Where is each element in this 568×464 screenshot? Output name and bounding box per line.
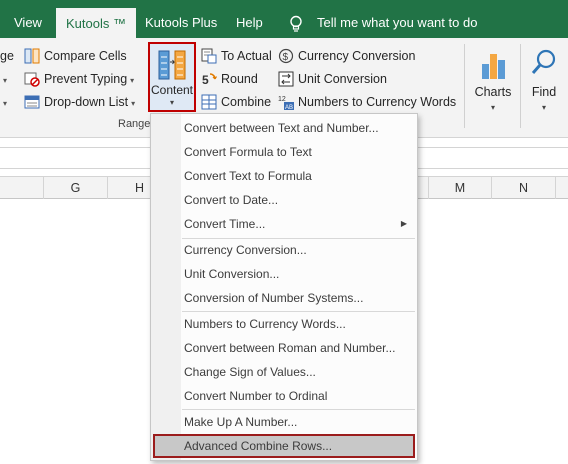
chevron-down-icon: ▾: [490, 103, 495, 112]
menu-item-convert-formula-to-text[interactable]: Convert Formula to Text: [153, 140, 415, 164]
drop-down-list-label: Drop-down List: [44, 95, 129, 109]
chevron-down-icon: ▾: [541, 103, 546, 112]
menu-item-convert-time-label: Convert Time...: [184, 217, 266, 231]
chevron-down-icon: ▾: [3, 76, 8, 85]
menu-item-currency-conversion[interactable]: Currency Conversion...: [153, 238, 415, 262]
chevron-down-icon: ▾: [130, 76, 135, 85]
content-button[interactable]: Content ▾: [148, 42, 196, 112]
column-header-n[interactable]: N: [492, 177, 556, 199]
svg-text:5: 5: [202, 73, 209, 87]
ribbon-separator: [464, 44, 465, 128]
chevron-down-icon: ▾: [131, 99, 136, 108]
charts-icon: [482, 54, 505, 79]
menu-item-unit-conversion[interactable]: Unit Conversion...: [153, 262, 415, 286]
tab-view[interactable]: View: [14, 0, 42, 38]
unit-conversion-icon: [278, 71, 294, 87]
compare-cells-icon: [24, 48, 40, 64]
column-header[interactable]: [0, 177, 44, 199]
partial-button[interactable]: ge: [0, 46, 14, 66]
tell-me-search[interactable]: Tell me what you want to do: [317, 0, 477, 38]
lightbulb-icon: [290, 15, 302, 32]
menu-item-roman-number[interactable]: Convert between Roman and Number...: [153, 336, 415, 360]
find-button[interactable]: Find ▾: [524, 42, 564, 112]
to-actual-icon: [201, 48, 217, 64]
content-button-label: Content: [150, 83, 194, 97]
chevron-down-icon: ▾: [3, 99, 8, 108]
numbers-to-currency-words-icon: 12 AB: [278, 96, 294, 110]
prevent-typing-icon: [24, 72, 40, 87]
find-icon: [531, 49, 556, 74]
menu-item-change-sign[interactable]: Change Sign of Values...: [153, 360, 415, 384]
menu-item-convert-text-number[interactable]: Convert between Text and Number...: [153, 116, 415, 140]
submenu-arrow-icon: ▶: [400, 219, 407, 228]
partial-dropdown-b[interactable]: ▾: [0, 92, 7, 112]
partial-dropdown-a[interactable]: ▾: [0, 69, 7, 89]
ribbon-tab-bar: View Kutools ™ Kutools Plus Help Tell me…: [0, 0, 568, 38]
charts-label: Charts: [474, 85, 512, 99]
find-label: Find: [531, 85, 557, 99]
menu-item-convert-time[interactable]: Convert Time... ▶: [153, 212, 415, 236]
content-dropdown-menu: Convert between Text and Number... Conve…: [150, 113, 418, 461]
menu-item-numbers-to-currency-words[interactable]: Numbers to Currency Words...: [153, 312, 415, 336]
tab-help[interactable]: Help: [236, 0, 263, 38]
column-header-g[interactable]: G: [44, 177, 108, 199]
menu-item-convert-text-to-formula[interactable]: Convert Text to Formula: [153, 164, 415, 188]
svg-text:$: $: [283, 52, 289, 63]
dropdown-list-icon: [24, 95, 40, 109]
menu-item-make-up-number[interactable]: Make Up A Number...: [153, 410, 415, 434]
combine-icon: [201, 94, 217, 110]
svg-text:12: 12: [278, 96, 286, 103]
chevron-down-icon: ▾: [169, 98, 174, 107]
round-icon: 5: [202, 73, 217, 87]
svg-text:AB: AB: [285, 105, 293, 110]
charts-button[interactable]: Charts ▾: [472, 42, 514, 112]
tab-kutools[interactable]: Kutools ™: [56, 8, 136, 38]
menu-item-number-to-ordinal[interactable]: Convert Number to Ordinal: [153, 384, 415, 408]
tab-kutools-plus[interactable]: Kutools Plus: [145, 0, 217, 38]
menu-item-convert-to-date[interactable]: Convert to Date...: [153, 188, 415, 212]
menu-item-number-systems[interactable]: Conversion of Number Systems...: [153, 286, 415, 310]
menu-item-advanced-combine-rows[interactable]: Advanced Combine Rows...: [153, 434, 415, 458]
ribbon-group-label: Range: [118, 118, 151, 130]
content-icon: [158, 50, 186, 80]
column-header-m[interactable]: M: [428, 177, 492, 199]
ribbon-separator: [520, 44, 521, 128]
currency-conversion-icon: $: [278, 48, 294, 64]
prevent-typing-label: Prevent Typing: [44, 72, 128, 86]
